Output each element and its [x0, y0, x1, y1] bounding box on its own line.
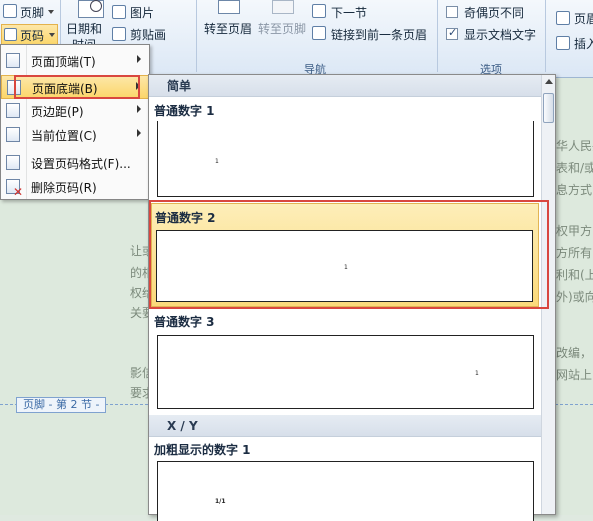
menu-item-page-top[interactable]: 页面顶端(T): [1, 49, 149, 73]
header-position-label[interactable]: 页眉: [574, 10, 593, 27]
clipart-button[interactable]: 剪贴画: [130, 26, 166, 43]
format-page-number-icon: [6, 155, 20, 170]
doc-text-line: 息方式: [556, 183, 593, 197]
picture-icon: [112, 5, 126, 19]
preview-page-number: 1/1: [215, 498, 226, 505]
submenu-arrow-icon: [137, 55, 141, 63]
doc-text-line: 外)或向: [556, 290, 593, 304]
menu-item-delete-page-number[interactable]: ✕ 删除页码(R): [1, 175, 149, 199]
clock-icon: [90, 0, 102, 12]
menu-item-page-margin[interactable]: 页边距(P): [1, 99, 149, 123]
menu-item-label: 删除页码(R): [31, 181, 97, 195]
doc-text-line: 改编，: [556, 346, 593, 360]
next-section-icon: [312, 4, 326, 18]
doc-text-line: 网站上: [556, 368, 593, 382]
doc-text-line: 方所有: [556, 246, 593, 260]
gallery-section-xy: X / Y: [149, 415, 541, 437]
clipart-icon: [112, 27, 126, 41]
menu-item-current-position[interactable]: 当前位置(C): [1, 123, 149, 147]
selected-gallery-highlight: [149, 200, 549, 309]
current-position-icon: [6, 127, 20, 142]
preview-page-number: 1: [215, 158, 219, 165]
doc-text-line: 权甲方向: [556, 224, 593, 238]
goto-header-icon: [218, 0, 240, 14]
goto-header-button[interactable]: 转至页眉: [204, 20, 252, 37]
red-x-icon: ✕: [13, 185, 24, 199]
submenu-arrow-icon: [137, 105, 141, 113]
menu-item-label: 页边距(P): [31, 105, 84, 119]
goto-footer-icon: [272, 0, 294, 14]
link-previous-button[interactable]: 链接到前一条页眉: [331, 26, 427, 43]
footer-icon: [3, 4, 17, 18]
picture-button[interactable]: 图片: [130, 4, 154, 21]
show-doc-text-label: 显示文档文字: [464, 28, 537, 42]
selected-menu-highlight: [14, 75, 140, 99]
goto-footer-button[interactable]: 转至页脚: [258, 20, 306, 37]
footer-button[interactable]: 页脚: [20, 4, 44, 21]
menu-item-format-page-number[interactable]: 设置页码格式(F)...: [1, 151, 149, 175]
scroll-up-icon[interactable]: [542, 75, 556, 89]
page-top-icon: [6, 53, 20, 68]
footer-section-tag: 页脚 - 第 2 节 -: [16, 397, 107, 413]
show-doc-text-checkbox[interactable]: [446, 26, 458, 40]
odd-even-label: 奇偶页不同: [464, 6, 525, 20]
page-number-button[interactable]: 页码: [1, 24, 58, 46]
page-number-label: 页码: [20, 29, 45, 43]
header-position-icon: [556, 11, 570, 25]
menu-item-label: 页面顶端(T): [31, 55, 96, 69]
gallery-section-simple: 简单: [149, 75, 541, 97]
link-previous-icon: [312, 26, 326, 40]
doc-text-line: 表和/或: [556, 161, 593, 175]
gallery-item-title: 加粗显示的数字 1: [154, 443, 251, 457]
gallery-item-title: 普通数字 3: [154, 315, 215, 329]
page-number-dropdown-icon: [49, 33, 55, 37]
scrollbar-thumb[interactable]: [543, 93, 554, 123]
page-number-icon: [4, 28, 17, 41]
doc-text-line: 利和(上: [556, 268, 593, 282]
doc-text-line: 华人民共: [556, 139, 593, 153]
gallery-item-plain-number-3[interactable]: 1: [157, 335, 534, 409]
gallery-item-bold-number-1[interactable]: 1/1: [157, 461, 534, 521]
odd-even-checkbox[interactable]: [446, 6, 458, 18]
page-margin-icon: [6, 103, 20, 118]
gallery-item-plain-number-1[interactable]: 1: [157, 121, 534, 197]
next-section-button[interactable]: 下一节: [331, 4, 367, 21]
menu-item-label: 设置页码格式(F)...: [31, 157, 131, 171]
gallery-item-title: 普通数字 1: [154, 104, 215, 118]
date-time-button[interactable]: 日期和: [66, 20, 102, 37]
submenu-arrow-icon: [137, 129, 141, 137]
footer-dropdown-icon[interactable]: [48, 10, 54, 14]
insert-alignment-label[interactable]: 插入: [574, 35, 593, 52]
insert-alignment-icon: [556, 36, 570, 50]
menu-item-label: 当前位置(C): [31, 129, 97, 143]
preview-page-number: 1: [475, 370, 479, 377]
page-number-menu: 页面顶端(T) 页面底端(B) 页边距(P) 当前位置(C) 设置页码格式(F)…: [0, 44, 150, 200]
